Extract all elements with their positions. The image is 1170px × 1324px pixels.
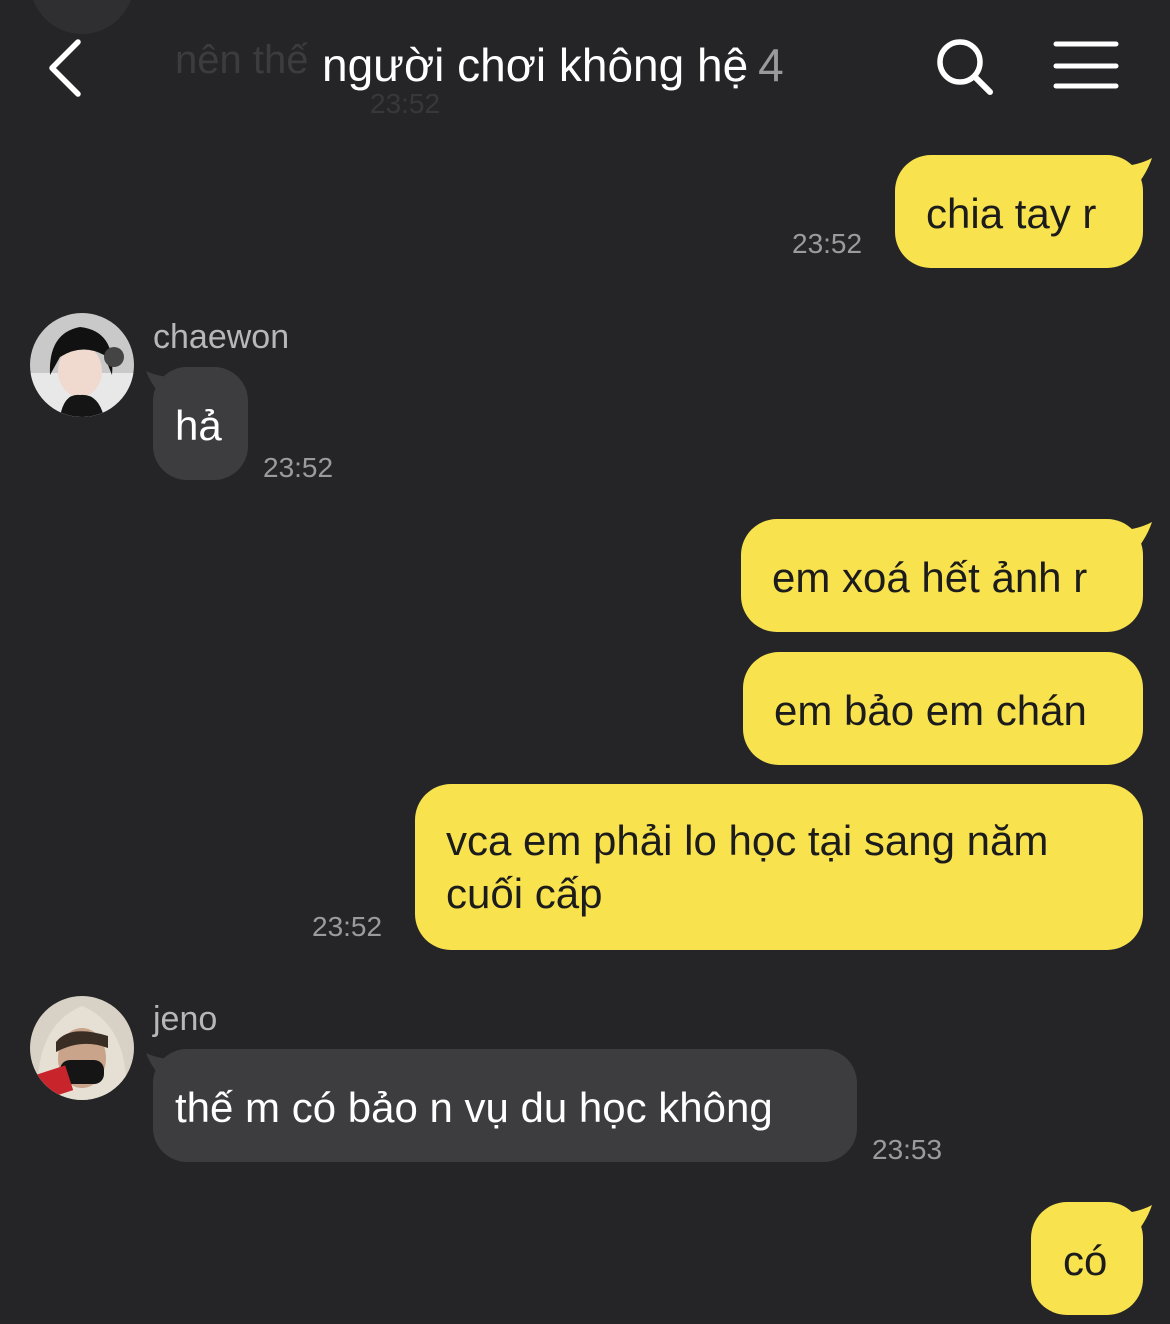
- message-time: 23:52: [263, 452, 334, 483]
- chat-header: nên thế 23:52 người chơi không hệ 4: [0, 0, 1170, 130]
- member-count: 4: [758, 39, 784, 91]
- bubble-tail: [1110, 158, 1152, 194]
- incoming-message-bubble[interactable]: hả: [153, 367, 248, 480]
- outgoing-message-bubble[interactable]: chia tay r: [895, 155, 1143, 268]
- hamburger-menu-icon: [1053, 41, 1119, 89]
- avatar-chaewon[interactable]: [30, 313, 134, 417]
- avatar-image: [30, 996, 134, 1100]
- ghost-avatar: [30, 0, 134, 34]
- message-text: chia tay r: [926, 190, 1097, 237]
- ghost-message-preview: nên thế: [175, 38, 309, 82]
- message-time: 23:52: [312, 911, 383, 942]
- message-text-line: vca em phải lo học tại sang năm: [446, 817, 1049, 864]
- message-text: có: [1063, 1237, 1108, 1284]
- message-time: 23:53: [872, 1134, 943, 1165]
- outgoing-message-bubble[interactable]: vca em phải lo học tại sang năm cuối cấp: [415, 784, 1143, 950]
- ghost-message-time: 23:52: [370, 88, 441, 119]
- back-button[interactable]: [40, 36, 96, 100]
- message-text: thế m có bảo n vụ du học không: [175, 1084, 773, 1131]
- sender-name: jeno: [153, 1000, 218, 1038]
- outgoing-message-bubble[interactable]: em bảo em chán: [743, 652, 1143, 765]
- search-icon: [937, 39, 993, 95]
- incoming-message-bubble[interactable]: thế m có bảo n vụ du học không: [153, 1049, 857, 1162]
- message-text: em bảo em chán: [774, 687, 1087, 734]
- message-text: em xoá hết ảnh r: [772, 554, 1088, 601]
- menu-button[interactable]: [1052, 40, 1120, 92]
- search-button[interactable]: [934, 36, 998, 100]
- outgoing-message-bubble[interactable]: em xoá hết ảnh r: [741, 519, 1143, 632]
- avatar-image: [30, 313, 134, 417]
- chat-title-text: người chơi không hệ: [322, 39, 749, 91]
- message-text-line: cuối cấp: [446, 870, 603, 917]
- back-arrow-icon: [49, 39, 81, 97]
- avatar-jeno[interactable]: [30, 996, 134, 1100]
- chat-title[interactable]: người chơi không hệ 4: [322, 38, 784, 92]
- sender-name: chaewon: [153, 318, 290, 356]
- message-text: hả: [175, 402, 222, 449]
- bubble-tail: [1110, 522, 1152, 558]
- message-time: 23:52: [792, 228, 863, 259]
- bubble-tail: [1110, 1205, 1152, 1241]
